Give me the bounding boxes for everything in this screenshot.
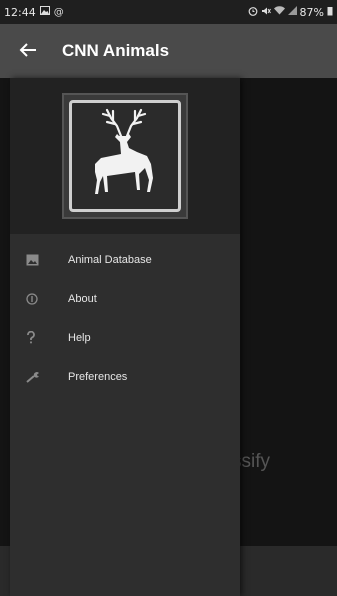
app-logo [62,93,188,219]
drawer-menu: Animal Database About Help Preferences [10,234,240,396]
battery-icon [327,6,333,19]
status-time: 12:44 [4,5,36,19]
drawer-header [10,78,240,234]
alarm-icon [248,6,258,19]
drawer-item-label: Help [68,331,91,344]
drawer-item-label: About [68,292,97,305]
gallery-notification-icon [39,6,50,18]
app-title: CNN Animals [62,41,170,60]
drawer-item-help[interactable]: Help [10,318,240,357]
wrench-icon [10,371,68,383]
back-button[interactable] [0,24,56,78]
app-bar: CNN Animals [0,24,337,78]
deer-logo-icon [69,100,181,212]
drawer-item-animal-database[interactable]: Animal Database [10,240,240,279]
arrow-left-icon [19,38,37,64]
battery-percent: 87% [299,5,324,19]
navigation-drawer: Animal Database About Help Preferences [10,78,240,596]
signal-icon [287,6,297,18]
info-icon [10,292,68,305]
image-icon [10,254,68,266]
classify-text: ssify [232,451,270,472]
status-bar: 12:44 @ 87% [0,0,337,24]
drawer-item-label: Preferences [68,370,128,383]
drawer-item-about[interactable]: About [10,279,240,318]
drawer-item-preferences[interactable]: Preferences [10,357,240,396]
drawer-item-label: Animal Database [68,253,152,266]
question-icon [10,331,68,344]
mute-icon [261,6,271,19]
at-notification-icon: @ [53,6,64,18]
wifi-icon [273,6,285,18]
